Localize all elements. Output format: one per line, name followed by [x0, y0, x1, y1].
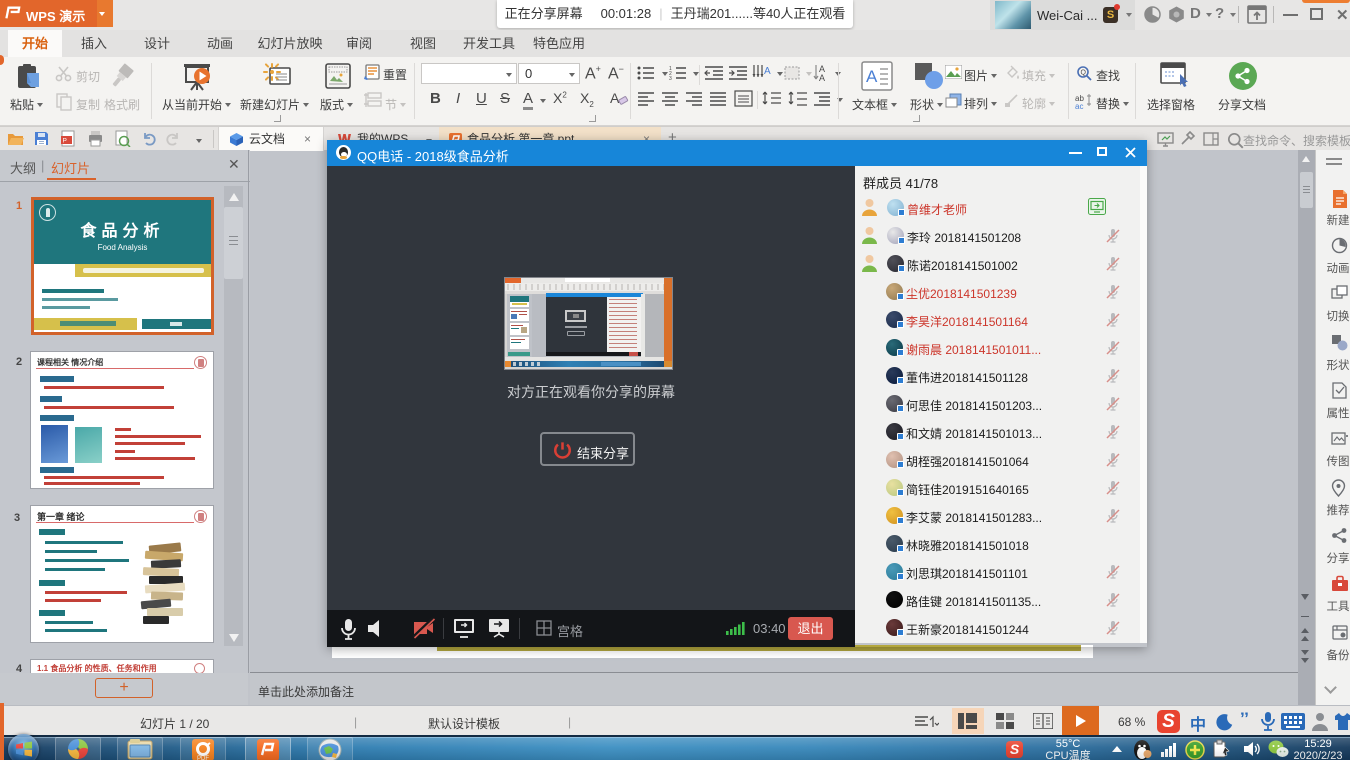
svg-text:P: P — [63, 138, 67, 145]
svg-text:A: A — [764, 66, 771, 77]
svg-text:3: 3 — [669, 76, 672, 81]
svg-text:PDF: PDF — [197, 756, 209, 760]
svg-text:ac: ac — [1075, 102, 1083, 109]
svg-text:A: A — [819, 73, 825, 82]
svg-text:Q: Q — [1081, 70, 1087, 77]
svg-text:A: A — [866, 67, 878, 86]
svg-text:A: A — [610, 90, 620, 106]
